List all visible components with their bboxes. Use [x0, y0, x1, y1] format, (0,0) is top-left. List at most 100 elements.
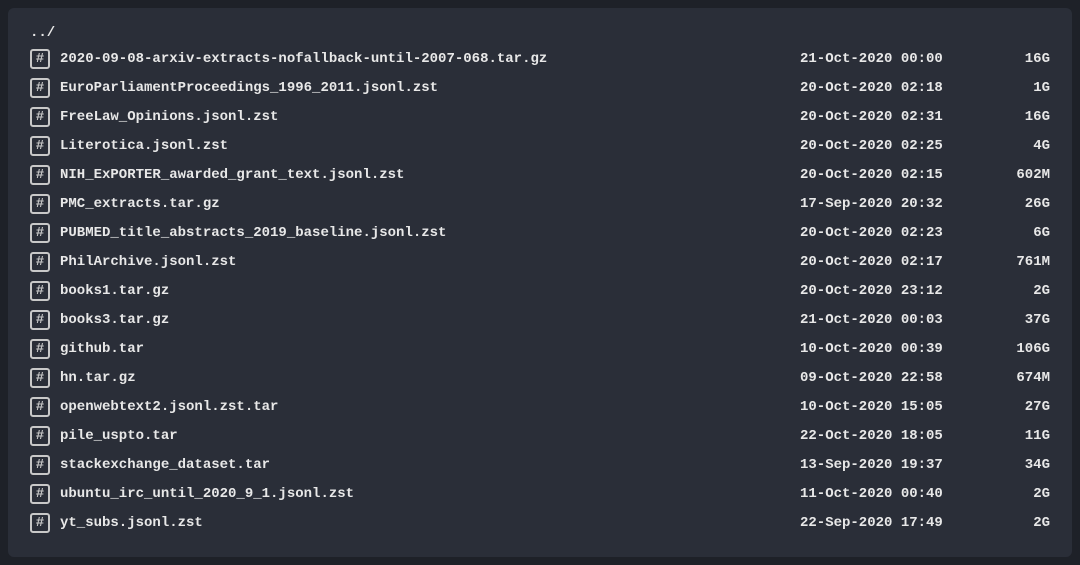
file-name-link[interactable]: pile_uspto.tar	[60, 428, 800, 444]
file-name-link[interactable]: NIH_ExPORTER_awarded_grant_text.jsonl.zs…	[60, 167, 800, 183]
file-type-icon: #	[30, 281, 50, 301]
file-size: 602M	[990, 167, 1050, 183]
file-size: 4G	[990, 138, 1050, 154]
file-date: 21-Oct-2020 00:00	[800, 51, 990, 67]
file-size: 2G	[990, 486, 1050, 502]
file-date: 20-Oct-2020 23:12	[800, 283, 990, 299]
file-type-icon: #	[30, 484, 50, 504]
file-date: 21-Oct-2020 00:03	[800, 312, 990, 328]
file-name-link[interactable]: EuroParliamentProceedings_1996_2011.json…	[60, 80, 800, 96]
file-row: # PUBMED_title_abstracts_2019_baseline.js…	[30, 218, 1050, 247]
file-row: # ubuntu_irc_until_2020_9_1.jsonl.zst11-O…	[30, 479, 1050, 508]
file-row: # NIH_ExPORTER_awarded_grant_text.jsonl.z…	[30, 160, 1050, 189]
file-size: 26G	[990, 196, 1050, 212]
file-size: 2G	[990, 515, 1050, 531]
file-date: 22-Sep-2020 17:49	[800, 515, 990, 531]
file-date: 20-Oct-2020 02:17	[800, 254, 990, 270]
hash-icon: #	[36, 458, 44, 472]
file-name-link[interactable]: PMC_extracts.tar.gz	[60, 196, 800, 212]
hash-icon: #	[36, 400, 44, 414]
file-date: 20-Oct-2020 02:18	[800, 80, 990, 96]
hash-icon: #	[36, 313, 44, 327]
file-row: # stackexchange_dataset.tar13-Sep-2020 19…	[30, 450, 1050, 479]
hash-icon: #	[36, 197, 44, 211]
file-date: 09-Oct-2020 22:58	[800, 370, 990, 386]
hash-icon: #	[36, 516, 44, 530]
file-type-icon: #	[30, 194, 50, 214]
file-date: 11-Oct-2020 00:40	[800, 486, 990, 502]
file-type-icon: #	[30, 107, 50, 127]
file-row: # hn.tar.gz09-Oct-2020 22:58674M	[30, 363, 1050, 392]
file-name-link[interactable]: PhilArchive.jsonl.zst	[60, 254, 800, 270]
file-name-link[interactable]: PUBMED_title_abstracts_2019_baseline.jso…	[60, 225, 800, 241]
file-row: # PMC_extracts.tar.gz17-Sep-2020 20:3226G	[30, 189, 1050, 218]
file-date: 20-Oct-2020 02:23	[800, 225, 990, 241]
file-size: 6G	[990, 225, 1050, 241]
file-row: # openwebtext2.jsonl.zst.tar10-Oct-2020 1…	[30, 392, 1050, 421]
file-size: 11G	[990, 428, 1050, 444]
hash-icon: #	[36, 81, 44, 95]
file-size: 27G	[990, 399, 1050, 415]
file-size: 106G	[990, 341, 1050, 357]
file-type-icon: #	[30, 310, 50, 330]
file-type-icon: #	[30, 339, 50, 359]
file-type-icon: #	[30, 49, 50, 69]
file-name-link[interactable]: openwebtext2.jsonl.zst.tar	[60, 399, 800, 415]
directory-listing-panel: ../ #2020-09-08-arxiv-extracts-nofallbac…	[8, 8, 1072, 557]
file-row: # github.tar10-Oct-2020 00:39106G	[30, 334, 1050, 363]
file-row: # PhilArchive.jsonl.zst20-Oct-2020 02:177…	[30, 247, 1050, 276]
file-row: # yt_subs.jsonl.zst22-Sep-2020 17:492G	[30, 508, 1050, 537]
file-name-link[interactable]: books3.tar.gz	[60, 312, 800, 328]
file-row: # books3.tar.gz21-Oct-2020 00:0337G	[30, 305, 1050, 334]
file-name-link[interactable]: Literotica.jsonl.zst	[60, 138, 800, 154]
file-name-link[interactable]: books1.tar.gz	[60, 283, 800, 299]
parent-directory-link[interactable]: ../	[30, 22, 1050, 44]
file-type-icon: #	[30, 426, 50, 446]
file-name-link[interactable]: yt_subs.jsonl.zst	[60, 515, 800, 531]
hash-icon: #	[36, 139, 44, 153]
file-type-icon: #	[30, 223, 50, 243]
file-name-link[interactable]: github.tar	[60, 341, 800, 357]
file-date: 20-Oct-2020 02:31	[800, 109, 990, 125]
file-type-icon: #	[30, 397, 50, 417]
file-date: 13-Sep-2020 19:37	[800, 457, 990, 473]
file-date: 22-Oct-2020 18:05	[800, 428, 990, 444]
file-name-link[interactable]: ubuntu_irc_until_2020_9_1.jsonl.zst	[60, 486, 800, 502]
file-name-link[interactable]: 2020-09-08-arxiv-extracts-nofallback-unt…	[60, 51, 800, 67]
file-row: # EuroParliamentProceedings_1996_2011.jso…	[30, 73, 1050, 102]
file-size: 674M	[990, 370, 1050, 386]
file-size: 37G	[990, 312, 1050, 328]
file-type-icon: #	[30, 368, 50, 388]
hash-icon: #	[36, 429, 44, 443]
file-date: 10-Oct-2020 15:05	[800, 399, 990, 415]
file-row: # FreeLaw_Opinions.jsonl.zst20-Oct-2020 0…	[30, 102, 1050, 131]
file-name-link[interactable]: FreeLaw_Opinions.jsonl.zst	[60, 109, 800, 125]
hash-icon: #	[36, 168, 44, 182]
file-size: 16G	[990, 51, 1050, 67]
file-size: 34G	[990, 457, 1050, 473]
hash-icon: #	[36, 226, 44, 240]
hash-icon: #	[36, 284, 44, 298]
hash-icon: #	[36, 487, 44, 501]
file-type-icon: #	[30, 513, 50, 533]
file-list: #2020-09-08-arxiv-extracts-nofallback-un…	[30, 44, 1050, 537]
file-row: #Literotica.jsonl.zst20-Oct-2020 02:254G	[30, 131, 1050, 160]
hash-icon: #	[36, 342, 44, 356]
file-type-icon: #	[30, 78, 50, 98]
file-size: 761M	[990, 254, 1050, 270]
hash-icon: #	[36, 52, 44, 66]
hash-icon: #	[36, 255, 44, 269]
file-date: 20-Oct-2020 02:15	[800, 167, 990, 183]
file-date: 17-Sep-2020 20:32	[800, 196, 990, 212]
file-type-icon: #	[30, 165, 50, 185]
file-name-link[interactable]: hn.tar.gz	[60, 370, 800, 386]
file-date: 10-Oct-2020 00:39	[800, 341, 990, 357]
file-name-link[interactable]: stackexchange_dataset.tar	[60, 457, 800, 473]
file-type-icon: #	[30, 455, 50, 475]
file-size: 1G	[990, 80, 1050, 96]
file-row: # pile_uspto.tar22-Oct-2020 18:0511G	[30, 421, 1050, 450]
file-type-icon: #	[30, 252, 50, 272]
file-type-icon: #	[30, 136, 50, 156]
file-row: #2020-09-08-arxiv-extracts-nofallback-un…	[30, 44, 1050, 73]
file-size: 2G	[990, 283, 1050, 299]
